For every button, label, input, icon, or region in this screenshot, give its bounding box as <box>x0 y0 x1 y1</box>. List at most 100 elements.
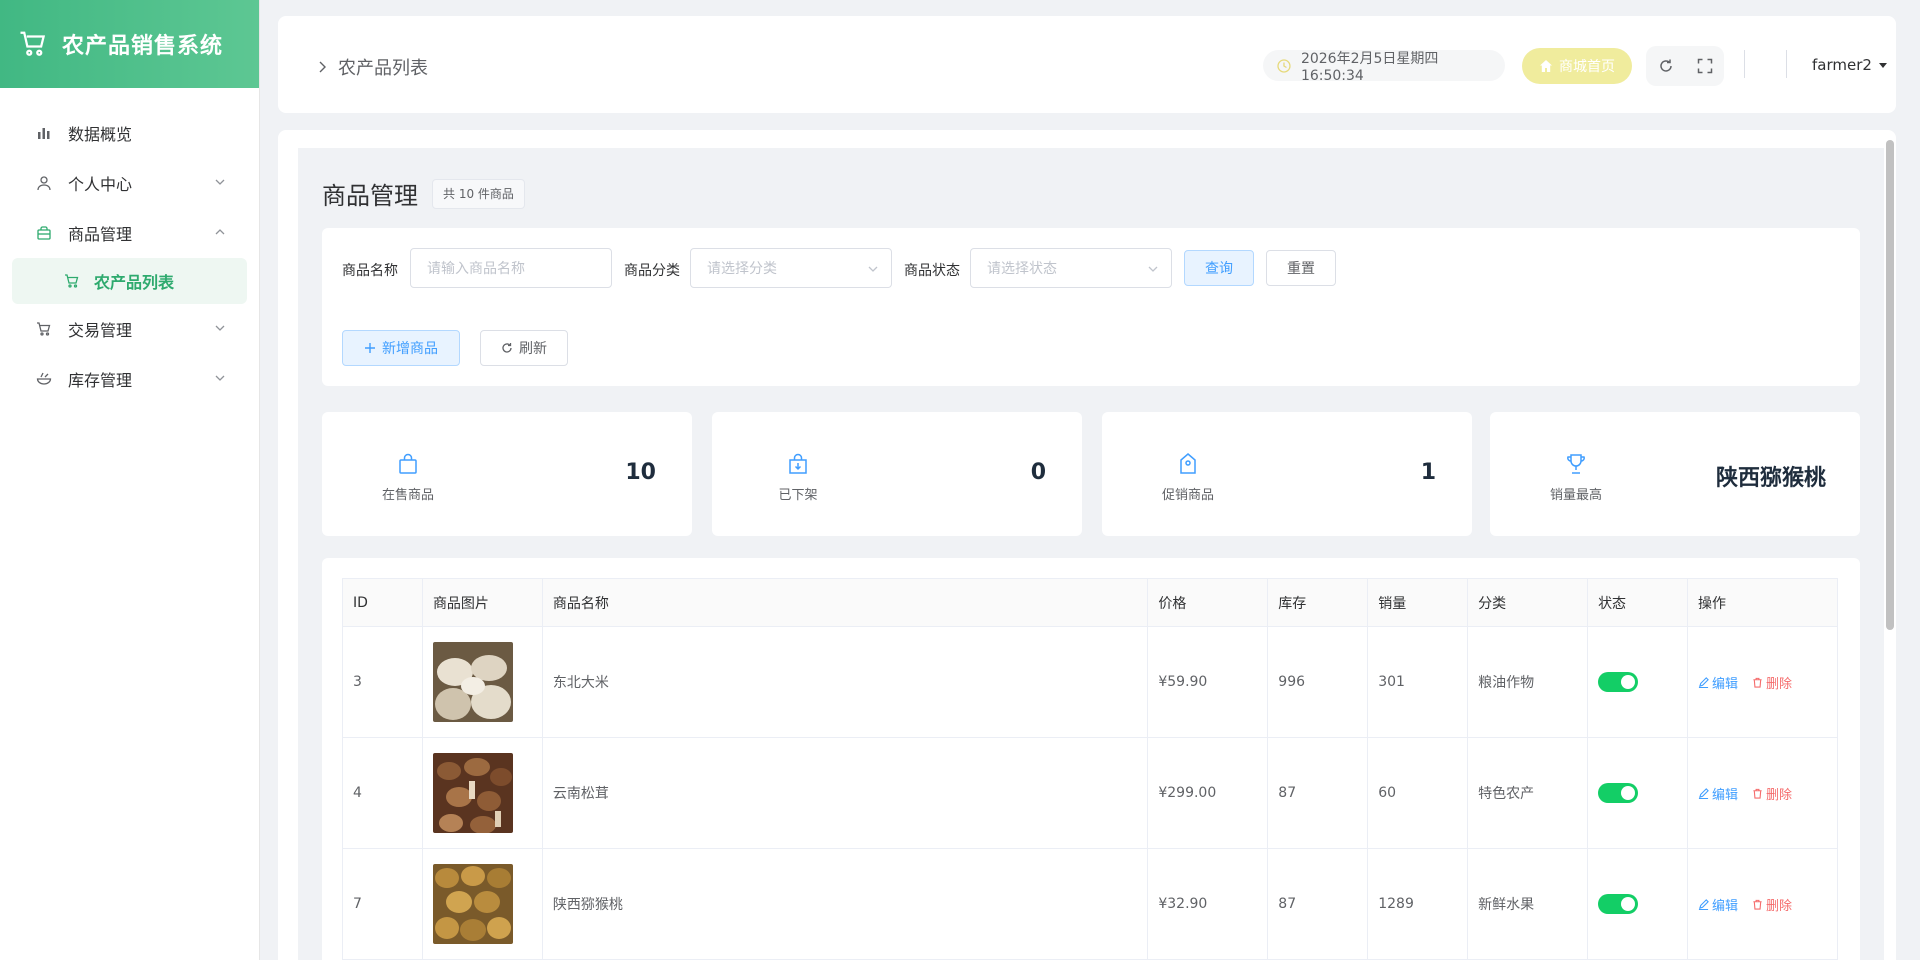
col-status: 状态 <box>1587 578 1689 627</box>
cell-image <box>421 848 543 960</box>
cell-status <box>1587 848 1689 960</box>
status-switch[interactable] <box>1598 783 1639 803</box>
cell-image <box>421 626 543 738</box>
sidebar-subitem-label: 农产品列表 <box>94 273 175 292</box>
cell-stock: 87 <box>1267 737 1369 849</box>
delete-button[interactable]: 删除 <box>1752 673 1792 692</box>
stat-card-promotion: 促销商品 1 <box>1102 412 1472 536</box>
status-select[interactable]: 请选择状态 <box>970 248 1172 288</box>
delete-label: 删除 <box>1766 898 1793 914</box>
shop-home-label: 商城首页 <box>1559 59 1615 75</box>
stat-label: 促销商品 <box>1161 488 1214 503</box>
content-area: 商品管理 共 10 件商品 商品名称 请输入商品名称 商品分类 请选择分类 商品… <box>298 148 1884 960</box>
breadcrumb-current[interactable]: 农产品列表 <box>338 54 428 80</box>
col-image: 商品图片 <box>421 578 543 627</box>
shop-home-button[interactable]: 商城首页 <box>1522 48 1632 84</box>
col-id: ID <box>342 578 423 627</box>
product-table-card: ID 商品图片 商品名称 价格 库存 销量 分类 状态 操作 3 东北大米 ¥5… <box>322 558 1860 960</box>
cell-actions: 编辑 删除 <box>1687 626 1838 738</box>
trash-icon <box>1753 899 1762 910</box>
col-category: 分类 <box>1467 578 1589 627</box>
cell-actions: 编辑 删除 <box>1687 848 1838 960</box>
sidebar-item-inventory[interactable]: 库存管理 <box>0 354 259 404</box>
cell-id: 4 <box>342 737 423 849</box>
header-divider <box>1786 50 1787 78</box>
edit-button[interactable]: 编辑 <box>1698 784 1738 803</box>
cell-image <box>421 737 543 849</box>
edit-button[interactable]: 编辑 <box>1698 895 1738 914</box>
delete-label: 删除 <box>1766 676 1793 692</box>
scrollbar[interactable] <box>1886 140 1894 630</box>
cell-name: 陕西猕猴桃 <box>541 848 1149 960</box>
username: farmer2 <box>1812 56 1872 74</box>
delete-button[interactable]: 删除 <box>1752 784 1792 803</box>
stat-label: 已下架 <box>778 488 818 503</box>
fullscreen-icon[interactable] <box>1697 58 1713 74</box>
sidebar-item-trade[interactable]: 交易管理 <box>0 304 259 354</box>
bag-icon <box>36 225 52 241</box>
chevron-down-icon <box>1148 266 1158 272</box>
product-image-matsutake[interactable] <box>432 753 513 833</box>
stat-value: 0 <box>1030 460 1046 485</box>
chevron-down-icon <box>215 325 225 331</box>
bowl-icon <box>36 371 52 387</box>
cell-category: 特色农产 <box>1467 737 1589 849</box>
cart-icon <box>65 274 79 288</box>
col-actions: 操作 <box>1687 578 1838 627</box>
cell-sales: 1289 <box>1367 848 1469 960</box>
chevron-up-icon <box>215 229 225 235</box>
cell-actions: 编辑 删除 <box>1687 737 1838 849</box>
main-panel: 商品管理 共 10 件商品 商品名称 请输入商品名称 商品分类 请选择分类 商品… <box>278 130 1896 960</box>
trash-icon <box>1753 677 1762 688</box>
refresh-button[interactable]: 刷新 <box>480 330 568 366</box>
clock-icon <box>1277 58 1291 73</box>
bar-chart-icon <box>36 125 52 141</box>
delete-button[interactable]: 删除 <box>1752 895 1792 914</box>
cell-id: 3 <box>342 626 423 738</box>
product-image-kiwi[interactable] <box>432 864 513 944</box>
product-name-input[interactable]: 请输入商品名称 <box>410 248 612 288</box>
reset-button[interactable]: 重置 <box>1266 250 1336 286</box>
chevron-right-icon <box>319 61 326 73</box>
cell-price: ¥299.00 <box>1147 737 1269 849</box>
category-select[interactable]: 请选择分类 <box>690 248 892 288</box>
product-image-rice[interactable] <box>432 642 513 722</box>
cell-category: 粮油作物 <box>1467 626 1589 738</box>
cell-category: 新鲜水果 <box>1467 848 1589 960</box>
sidebar-item-dashboard[interactable]: 数据概览 <box>0 108 259 158</box>
cell-price: ¥59.90 <box>1147 626 1269 738</box>
cell-status <box>1587 626 1689 738</box>
edit-icon <box>1698 898 1709 910</box>
refresh-label: 刷新 <box>519 341 547 357</box>
cell-id: 7 <box>342 848 423 960</box>
status-switch[interactable] <box>1598 894 1639 914</box>
stat-value: 陕西猕猴桃 <box>1715 466 1826 491</box>
add-product-button[interactable]: 新增商品 <box>342 330 460 366</box>
col-sales: 销量 <box>1367 578 1469 627</box>
breadcrumb: 农产品列表 <box>316 54 428 80</box>
sidebar-menu: 数据概览 个人中心 商品管理 农产品列表 交易管理 库存管理 <box>0 88 259 404</box>
sidebar-item-products[interactable]: 商品管理 <box>0 208 259 258</box>
query-button[interactable]: 查询 <box>1184 250 1254 286</box>
col-price: 价格 <box>1147 578 1269 627</box>
edit-button[interactable]: 编辑 <box>1698 673 1738 692</box>
sidebar-item-label: 数据概览 <box>68 125 133 144</box>
stat-value: 1 <box>1420 460 1436 485</box>
cell-price: ¥32.90 <box>1147 848 1269 960</box>
col-stock: 库存 <box>1267 578 1369 627</box>
sidebar-subitem-product-list[interactable]: 农产品列表 <box>12 258 247 304</box>
top-header: 农产品列表 2026年2月5日星期四 16:50:34 商城首页 farmer2 <box>278 16 1896 113</box>
cell-name: 云南松茸 <box>541 737 1149 849</box>
stats-row: 在售商品 10 已下架 0 促销商品 1 销量最高 陕西猕猴桃 <box>322 412 1860 536</box>
name-label: 商品名称 <box>342 263 398 279</box>
user-menu[interactable]: farmer2 <box>1812 56 1888 74</box>
status-switch[interactable] <box>1598 672 1639 692</box>
trophy-icon <box>1567 454 1585 474</box>
sidebar-item-profile[interactable]: 个人中心 <box>0 158 259 208</box>
refresh-icon[interactable] <box>1658 58 1674 74</box>
trash-icon <box>1753 788 1762 799</box>
product-count-badge: 共 10 件商品 <box>432 178 525 209</box>
stat-card-on-sale: 在售商品 10 <box>322 412 692 536</box>
product-table: ID 商品图片 商品名称 价格 库存 销量 分类 状态 操作 3 东北大米 ¥5… <box>342 578 1838 960</box>
plus-icon <box>365 343 375 353</box>
